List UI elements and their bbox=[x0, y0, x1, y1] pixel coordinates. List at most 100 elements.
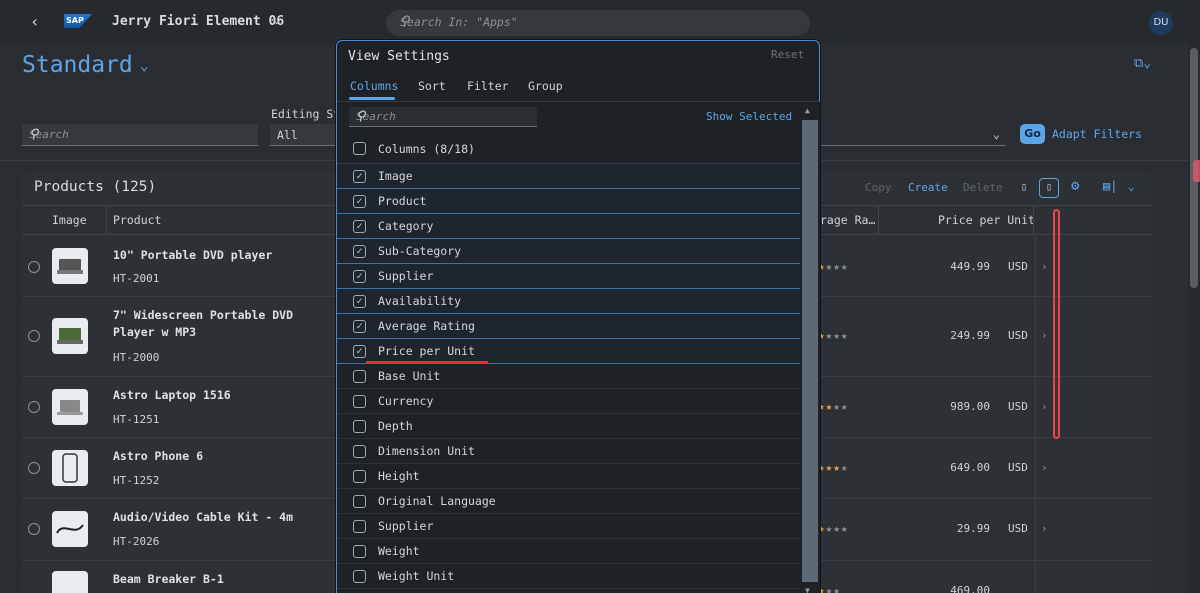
back-icon[interactable]: ‹ bbox=[30, 12, 48, 32]
list-item-label: Weight bbox=[378, 544, 420, 558]
select-all-checkbox[interactable] bbox=[353, 142, 366, 155]
chevron-down-icon[interactable]: ⌄ bbox=[1128, 180, 1135, 193]
list-item[interactable]: Dimension Unit bbox=[337, 439, 800, 464]
unchecked-checkbox[interactable] bbox=[353, 520, 366, 533]
editing-status-select[interactable]: All bbox=[270, 124, 336, 146]
delete-button[interactable]: Delete bbox=[963, 181, 1003, 194]
product-name[interactable]: Audio/Video Cable Kit - 4m bbox=[113, 509, 338, 526]
variant-title[interactable]: Standard bbox=[22, 52, 133, 78]
create-button[interactable]: Create bbox=[908, 181, 948, 194]
list-item[interactable]: ✓ Supplier bbox=[337, 264, 800, 289]
go-button[interactable]: Go bbox=[1020, 124, 1045, 144]
list-item[interactable]: ✓ Average Rating bbox=[337, 314, 800, 339]
product-name[interactable]: Astro Laptop 1516 bbox=[113, 387, 338, 404]
checked-checkbox[interactable]: ✓ bbox=[353, 245, 366, 258]
column-header-price[interactable]: Price per Unit bbox=[938, 213, 1035, 227]
reset-button[interactable]: Reset bbox=[771, 48, 804, 61]
unchecked-checkbox[interactable] bbox=[353, 570, 366, 583]
navigation-arrow-icon[interactable]: › bbox=[1041, 400, 1048, 413]
list-item[interactable]: Supplier bbox=[337, 514, 800, 539]
share-icon[interactable]: ⧉⌄ bbox=[1134, 56, 1151, 71]
tab-filter[interactable]: Filter bbox=[467, 79, 509, 93]
list-item-label: Availability bbox=[378, 294, 462, 308]
app-title[interactable]: Jerry Fiori Element 06 bbox=[112, 14, 284, 29]
list-item[interactable]: Depth bbox=[337, 414, 800, 439]
search-icon[interactable]: ⚲ bbox=[29, 127, 252, 142]
column-header-product[interactable]: Product bbox=[113, 213, 161, 227]
row-select-radio[interactable] bbox=[28, 330, 40, 342]
list-item[interactable]: Height bbox=[337, 464, 800, 489]
list-item[interactable]: Original Language bbox=[337, 489, 800, 514]
dialog-scrollbar[interactable]: ▲ ▼ bbox=[800, 102, 820, 593]
list-item[interactable]: ✓ Category bbox=[337, 214, 800, 239]
row-select-radio[interactable] bbox=[28, 523, 40, 535]
scroll-up-icon[interactable]: ▲ bbox=[805, 106, 810, 115]
list-item[interactable]: ✓ Sub-Category bbox=[337, 239, 800, 264]
checked-checkbox[interactable]: ✓ bbox=[353, 195, 366, 208]
list-item[interactable]: ✓ Availability bbox=[337, 289, 800, 314]
search-icon[interactable]: ⚲ bbox=[356, 109, 531, 124]
product-name[interactable]: 10" Portable DVD player bbox=[113, 247, 338, 264]
dialog-search-input[interactable]: Search ⚲ bbox=[349, 107, 537, 127]
list-item[interactable]: Weight Unit bbox=[337, 564, 800, 589]
list-item[interactable]: Weight bbox=[337, 539, 800, 564]
compact-view-icon[interactable]: ▯ bbox=[1039, 178, 1059, 198]
copy-button[interactable]: Copy bbox=[865, 181, 892, 194]
navigation-arrow-icon[interactable]: › bbox=[1041, 260, 1048, 273]
navigation-arrow-icon[interactable]: › bbox=[1041, 522, 1048, 535]
product-name[interactable]: 7" Widescreen Portable DVD Player w MP3 bbox=[113, 307, 338, 341]
select-all-row[interactable]: Columns (8/18) bbox=[337, 134, 800, 164]
rating-stars: ★★★ bbox=[818, 584, 841, 593]
table-scrollbar-highlight[interactable] bbox=[1053, 209, 1060, 439]
product-name[interactable]: Beam Breaker B-1 bbox=[113, 571, 338, 588]
unchecked-checkbox[interactable] bbox=[353, 370, 366, 383]
list-item-label: Sub-Category bbox=[378, 244, 462, 258]
list-item[interactable]: Currency bbox=[337, 389, 800, 414]
checked-checkbox[interactable]: ✓ bbox=[353, 170, 366, 183]
avatar[interactable]: DU bbox=[1149, 11, 1173, 35]
row-select-radio[interactable] bbox=[28, 462, 40, 474]
unchecked-checkbox[interactable] bbox=[353, 495, 366, 508]
unchecked-checkbox[interactable] bbox=[353, 470, 366, 483]
list-item-label: Image bbox=[378, 169, 413, 183]
gear-icon[interactable]: ⚙ bbox=[1071, 178, 1079, 194]
page-scrollbar[interactable] bbox=[1188, 44, 1200, 593]
tab-columns[interactable]: Columns bbox=[350, 79, 398, 93]
unchecked-checkbox[interactable] bbox=[353, 395, 366, 408]
sap-logo[interactable]: SAP bbox=[64, 14, 92, 28]
scroll-down-icon[interactable]: ▼ bbox=[805, 586, 810, 593]
list-item[interactable]: ✓ Image bbox=[337, 164, 800, 189]
checked-checkbox[interactable]: ✓ bbox=[353, 220, 366, 233]
chevron-down-icon[interactable]: ⌄ bbox=[273, 12, 280, 26]
navigation-arrow-icon[interactable]: › bbox=[1041, 461, 1048, 474]
chevron-down-icon[interactable]: ⌄ bbox=[140, 58, 148, 74]
condensed-view-icon[interactable]: ▯ bbox=[1015, 179, 1033, 197]
tab-group[interactable]: Group bbox=[528, 79, 563, 93]
column-header-image[interactable]: Image bbox=[52, 213, 87, 227]
checked-checkbox[interactable]: ✓ bbox=[353, 320, 366, 333]
list-item[interactable]: Base Unit bbox=[337, 364, 800, 389]
unchecked-checkbox[interactable] bbox=[353, 545, 366, 558]
adapt-filters-button[interactable]: Adapt Filters bbox=[1052, 127, 1142, 141]
show-selected-button[interactable]: Show Selected bbox=[706, 110, 792, 123]
chevron-down-icon[interactable]: ⌄ bbox=[993, 127, 1000, 141]
navigation-arrow-icon[interactable]: › bbox=[1041, 329, 1048, 342]
dialog-scrollbar-thumb[interactable] bbox=[802, 120, 818, 582]
row-select-radio[interactable] bbox=[28, 401, 40, 413]
tab-sort[interactable]: Sort bbox=[418, 79, 446, 93]
shell-search-input[interactable]: Search In: "Apps" ⚲ bbox=[386, 10, 810, 36]
checked-checkbox[interactable]: ✓ bbox=[353, 345, 366, 358]
unchecked-checkbox[interactable] bbox=[353, 445, 366, 458]
search-icon[interactable]: ⚲ bbox=[400, 14, 796, 29]
product-name[interactable]: Astro Phone 6 bbox=[113, 448, 338, 465]
price-value: 469.00 bbox=[950, 584, 990, 593]
filter-search-input[interactable]: Search ⚲ bbox=[22, 124, 258, 146]
checked-checkbox[interactable]: ✓ bbox=[353, 270, 366, 283]
export-icon[interactable]: ▤| bbox=[1103, 179, 1117, 193]
unchecked-checkbox[interactable] bbox=[353, 420, 366, 433]
row-select-radio[interactable] bbox=[28, 261, 40, 273]
list-item[interactable]: ✓ Product bbox=[337, 189, 800, 214]
filter-select[interactable]: ⌄ bbox=[820, 124, 1006, 146]
column-header-rating[interactable]: rage Ra… bbox=[820, 213, 875, 227]
checked-checkbox[interactable]: ✓ bbox=[353, 295, 366, 308]
